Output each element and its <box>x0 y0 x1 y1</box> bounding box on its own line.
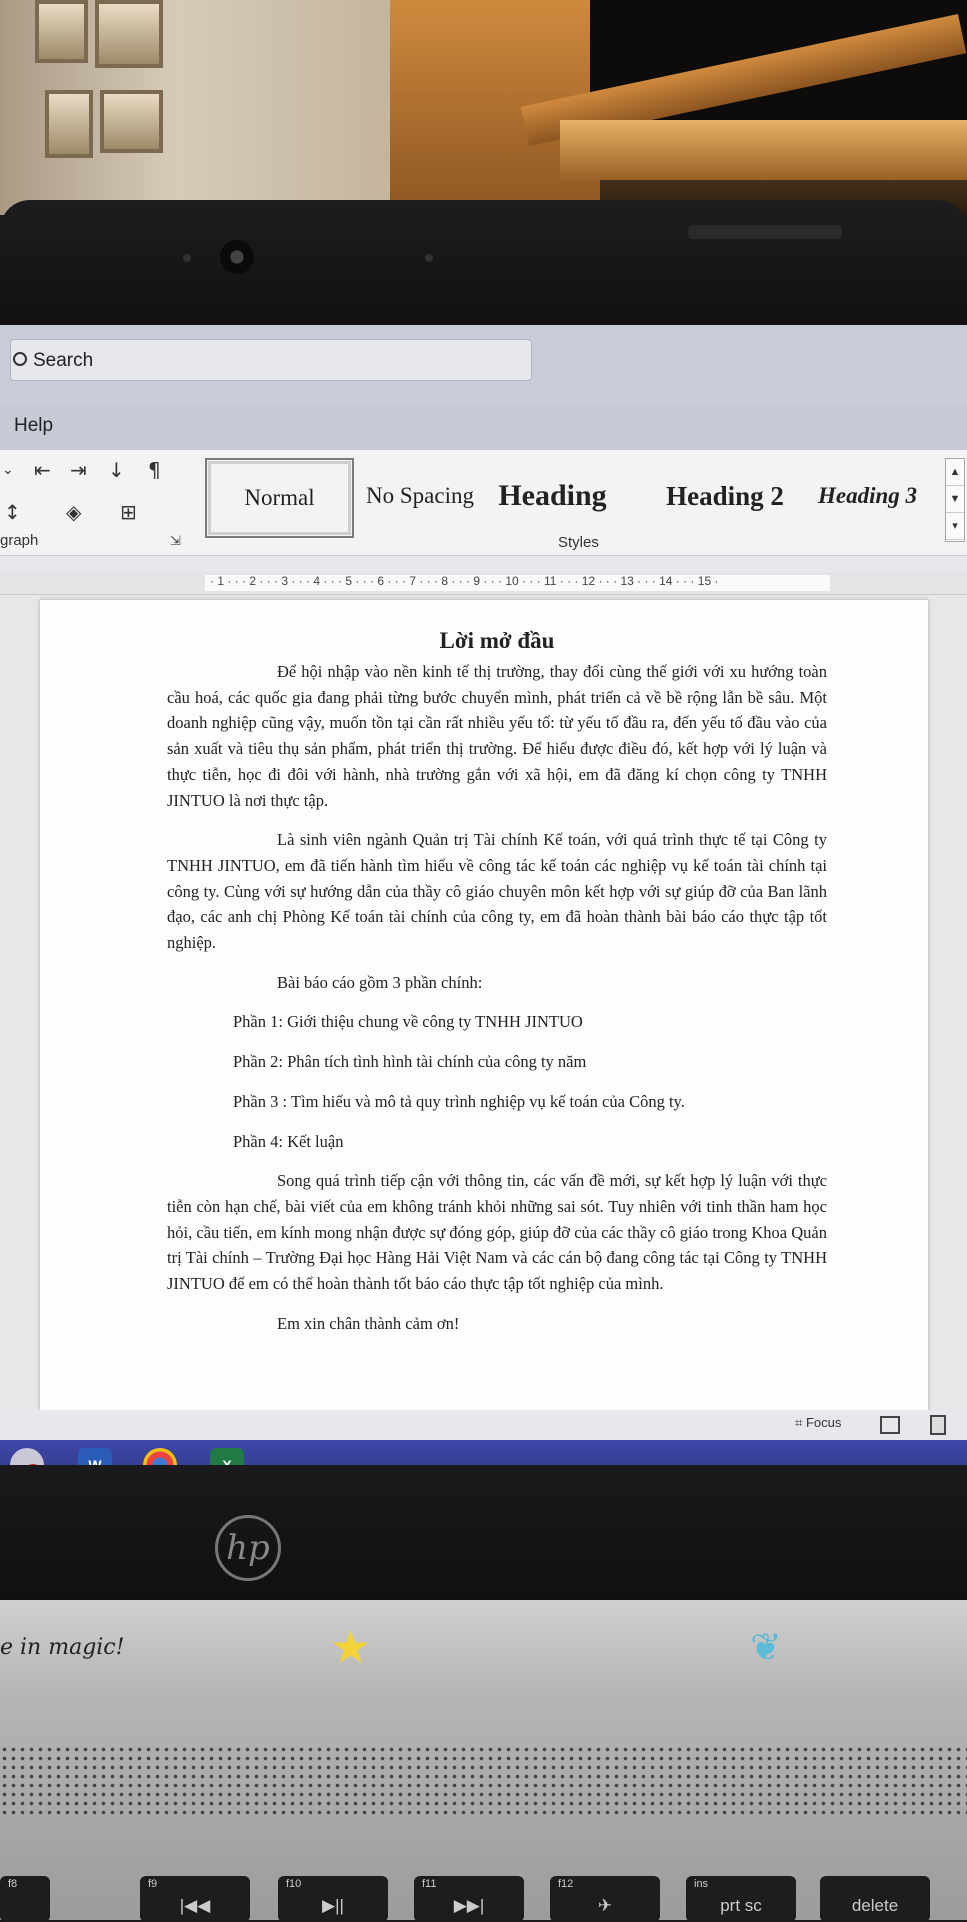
key-label: f11 <box>422 1878 437 1890</box>
laptop-bottom-bezel <box>0 1465 967 1615</box>
key-symbol: ✈ <box>597 1896 613 1915</box>
paragraph: Bài báo cáo gồm 3 phần chính: <box>277 972 483 992</box>
key-label: f12 <box>558 1878 574 1890</box>
key-label: f9 <box>148 1878 158 1890</box>
style-heading-3[interactable]: Heading 3 <box>805 458 930 534</box>
styles-gallery: Normal No Spacing Heading Heading 2 Head… <box>200 458 940 540</box>
read-mode-icon[interactable] <box>880 1416 900 1434</box>
document-page[interactable]: Lời mở đầu Để hội nhập vào nền kinh tế t… <box>40 600 928 1415</box>
search-label: Search <box>33 350 94 371</box>
style-normal[interactable]: Normal <box>205 458 354 538</box>
key-delete[interactable]: delete <box>820 1876 930 1922</box>
butterfly-icon: ❦ <box>750 1627 782 1669</box>
focus-button[interactable]: ⌗ Focus <box>795 1415 841 1431</box>
line-spacing-icon[interactable]: ↕ <box>4 500 21 524</box>
more-styles-icon[interactable]: ▾ <box>946 513 964 540</box>
key-f9[interactable]: f9 |◀◀ <box>140 1876 250 1922</box>
laptop-screen: Search Help ⌄ ⇤ ⇥ ↓ ¶ ↕ ◈ ⊞ graph ⇲ Norm… <box>0 325 967 1465</box>
document-title: Lời mở đầu <box>439 628 555 653</box>
chevron-up-icon[interactable]: ▲ <box>946 459 964 486</box>
increase-indent-icon[interactable]: ⇥ <box>70 458 87 482</box>
bezel-slot <box>688 225 842 239</box>
key-label: f10 <box>286 1878 302 1890</box>
focus-label: Focus <box>805 1415 842 1430</box>
webcam-icon <box>220 240 254 274</box>
style-heading-1[interactable]: Heading <box>490 458 615 534</box>
search-icon <box>13 352 27 366</box>
chevron-down-icon[interactable]: ▼ <box>946 486 964 513</box>
paragraph: Em xin chân thành cảm ơn! <box>277 1313 460 1333</box>
list-item: Phần 2: Phân tích tình hình tài chính củ… <box>233 1052 587 1072</box>
paragraph: Là sinh viên ngành Quản trị Tài chính Kế… <box>167 830 827 953</box>
key-symbol: |◀◀ <box>179 1896 211 1915</box>
list-item: Phần 4: Kết luận <box>233 1131 344 1151</box>
wooden-railing <box>560 120 967 180</box>
key-symbol: prt sc <box>720 1896 762 1915</box>
notification-app-icon[interactable] <box>10 1448 44 1465</box>
key-f8[interactable]: f8 <box>0 1876 50 1922</box>
room-background <box>0 0 967 215</box>
building-window <box>100 90 163 153</box>
horizontal-ruler[interactable]: · 1 · · · 2 · · · 3 · · · 4 · · · 5 · · … <box>0 572 967 595</box>
decrease-indent-icon[interactable]: ⇤ <box>34 458 51 482</box>
list-item: Phần 1: Giới thiệu chung về công ty TNHH… <box>233 1012 583 1032</box>
keyboard-function-row: f8 f9 |◀◀ f10 ▶|| f11 ▶▶| f12 ✈ ins prt sc de… <box>0 1870 967 1922</box>
title-bar: Search <box>0 325 967 405</box>
key-f10[interactable]: f10 ▶|| <box>278 1876 388 1922</box>
ribbon: ⌄ ⇤ ⇥ ↓ ¶ ↕ ◈ ⊞ graph ⇲ Normal No Spacin… <box>0 450 967 556</box>
key-f12[interactable]: f12 ✈ <box>550 1876 660 1922</box>
mic-hole <box>425 254 433 262</box>
borders-icon[interactable]: ⊞ <box>120 500 137 524</box>
building-window <box>95 0 163 68</box>
search-input[interactable]: Search <box>10 339 532 381</box>
building-window <box>45 90 93 158</box>
hp-logo: hp <box>215 1515 281 1581</box>
document-area: Lời mở đầu Để hội nhập vào nền kinh tế t… <box>0 595 967 1415</box>
excel-app-icon[interactable]: X <box>210 1448 244 1465</box>
style-no-spacing[interactable]: No Spacing <box>360 458 480 534</box>
styles-group-label: Styles <box>558 534 599 551</box>
style-heading-2[interactable]: Heading 2 <box>655 458 795 534</box>
key-symbol: ▶▶| <box>453 1896 485 1915</box>
styles-scroll[interactable]: ▲ ▼ ▾ <box>945 458 965 542</box>
chrome-app-icon[interactable] <box>143 1448 177 1465</box>
laptop-bezel <box>0 200 967 330</box>
key-prt-sc[interactable]: ins prt sc <box>686 1876 796 1922</box>
key-symbol: delete <box>851 1896 899 1915</box>
shading-icon[interactable]: ◈ <box>66 500 81 524</box>
list-item: Phần 3 : Tìm hiểu và mô tả quy trình ngh… <box>233 1091 685 1111</box>
mic-hole <box>183 254 191 262</box>
menu-bar: Help <box>0 405 967 450</box>
paragraph-group-label: graph <box>0 532 39 549</box>
print-layout-icon[interactable] <box>930 1415 946 1435</box>
dialog-launcher-icon[interactable]: ⇲ <box>170 533 181 549</box>
key-label: ins <box>694 1878 709 1890</box>
key-symbol: ▶|| <box>322 1896 344 1915</box>
key-label: f8 <box>8 1878 18 1890</box>
document-body[interactable]: Lời mở đầu Để hội nhập vào nền kinh tế t… <box>167 625 827 1350</box>
pilcrow-icon[interactable]: ¶ <box>148 458 161 482</box>
word-app-icon[interactable]: W <box>78 1448 112 1465</box>
focus-icon: ⌗ <box>795 1415 806 1430</box>
speaker-grille <box>0 1745 967 1815</box>
status-bar: ⌗ Focus <box>0 1410 967 1440</box>
sort-icon[interactable]: ↓ <box>108 458 125 482</box>
building-window <box>35 0 88 63</box>
taskbar: 1 W X <box>0 1440 967 1465</box>
shooting-star-icon: ★ <box>330 1621 372 1673</box>
menu-help[interactable]: Help <box>14 415 53 437</box>
chevron-down-icon[interactable]: ⌄ <box>2 462 14 478</box>
paragraph: Để hội nhập vào nền kinh tế thị trường, … <box>167 662 827 810</box>
ruler-numbers: · 1 · · · 2 · · · 3 · · · 4 · · · 5 · · … <box>210 574 719 588</box>
paragraph: Song quá trình tiếp cận với thông tin, c… <box>167 1171 827 1294</box>
sticker: e in magic! <box>0 1635 125 1660</box>
key-f11[interactable]: f11 ▶▶| <box>414 1876 524 1922</box>
